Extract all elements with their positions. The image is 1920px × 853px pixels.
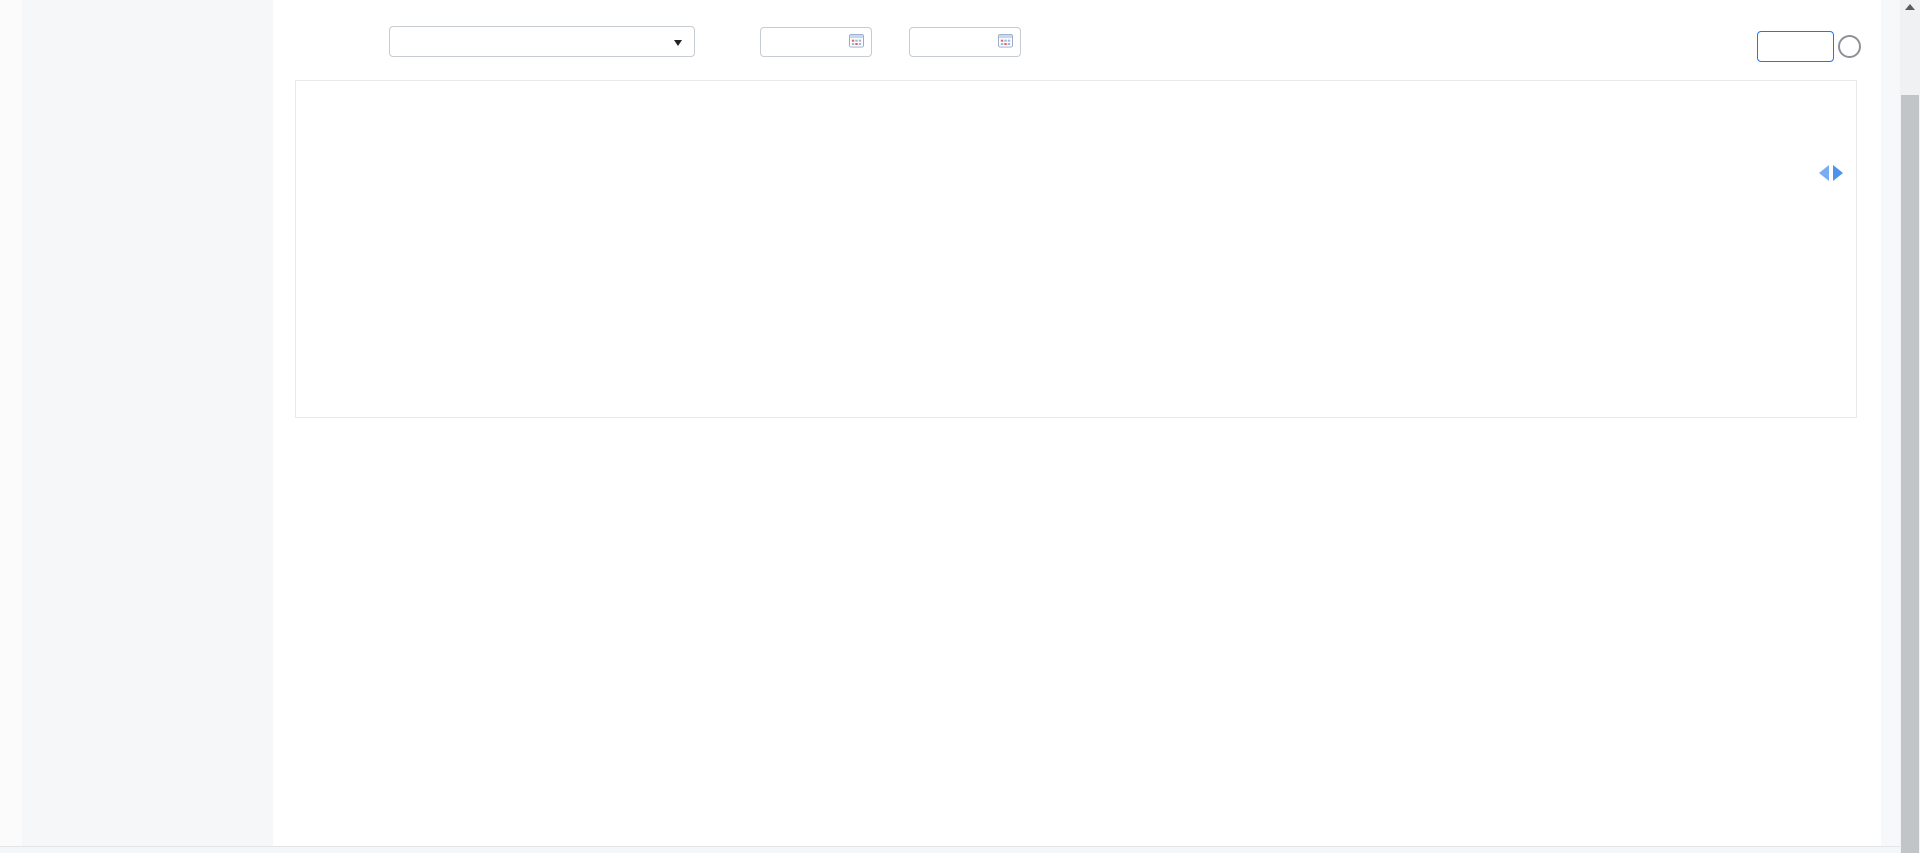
- chevron-down-icon: [674, 40, 682, 46]
- pan-left-right-control[interactable]: [1818, 164, 1844, 187]
- time-to-input[interactable]: [909, 27, 1021, 57]
- footer-strip: [0, 846, 1900, 853]
- vertical-scrollbar[interactable]: [1900, 0, 1920, 853]
- scroll-up-icon[interactable]: [1905, 4, 1915, 10]
- scrollbar-thumb[interactable]: [1901, 95, 1919, 853]
- src-machine-select[interactable]: [389, 26, 695, 57]
- calendar-icon[interactable]: [849, 33, 864, 51]
- backup-timeline-chart: [295, 80, 1857, 418]
- info-icon[interactable]: [1838, 35, 1861, 58]
- window-left-margin: [0, 0, 22, 846]
- main-content: [273, 0, 1881, 846]
- restore-actions: [273, 776, 1881, 816]
- calendar-icon[interactable]: [998, 33, 1013, 51]
- sidebar: [22, 0, 273, 846]
- time-from-input[interactable]: [760, 27, 872, 57]
- right-gutter: [1881, 0, 1900, 846]
- refresh-button[interactable]: [1757, 31, 1834, 62]
